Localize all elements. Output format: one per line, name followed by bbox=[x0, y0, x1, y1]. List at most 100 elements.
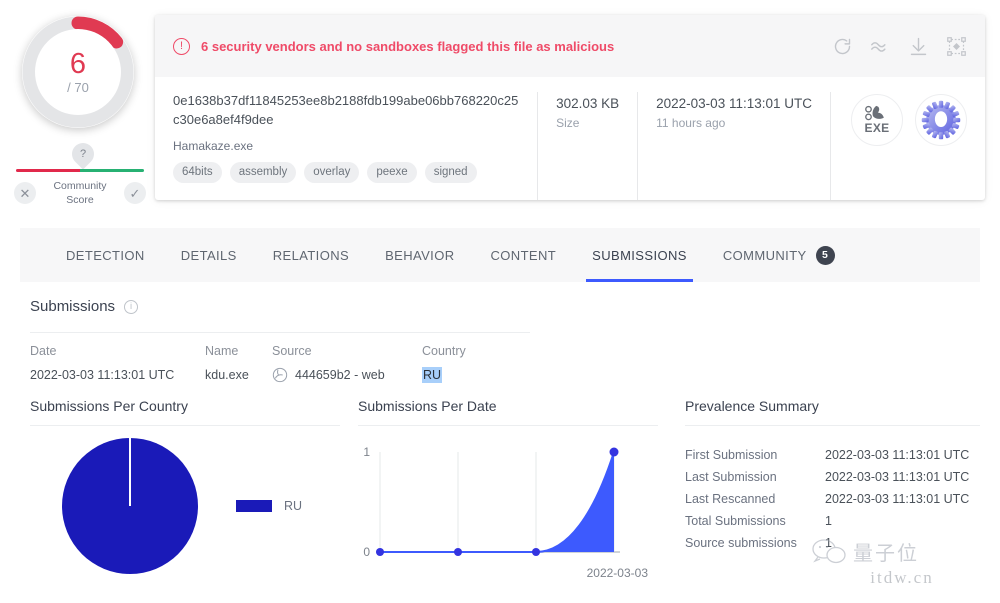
vote-down-icon[interactable]: ✕ bbox=[14, 182, 36, 205]
tab-community[interactable]: COMMUNITY 5 bbox=[705, 228, 853, 282]
download-icon[interactable] bbox=[908, 36, 929, 57]
community-score-positive bbox=[80, 169, 144, 172]
tab-details[interactable]: DETAILS bbox=[163, 228, 255, 282]
prevalence-row: Source submissions 1 bbox=[685, 536, 980, 550]
prevalence-row: Total Submissions 1 bbox=[685, 514, 980, 528]
file-analysis-relative: 11 hours ago bbox=[656, 116, 726, 130]
community-score-pin-label: ? bbox=[79, 148, 87, 160]
tab-detection[interactable]: DETECTION bbox=[48, 228, 163, 282]
prevalence-value: 1 bbox=[825, 536, 832, 550]
file-name: Hamakaze.exe bbox=[173, 138, 254, 153]
column-header-date: Date bbox=[30, 344, 57, 358]
malicious-alert-bar: ! 6 security vendors and no sandboxes fl… bbox=[155, 15, 985, 77]
panel-title: Prevalence Summary bbox=[685, 398, 819, 414]
data-point bbox=[532, 548, 540, 556]
legend-label-ru: RU bbox=[284, 499, 303, 513]
malicious-alert-text: 6 security vendors and no sandboxes flag… bbox=[201, 38, 615, 54]
tab-label: SUBMISSIONS bbox=[592, 247, 687, 263]
gear-icon bbox=[915, 94, 967, 146]
cell-country: RU bbox=[422, 367, 492, 383]
alert-icon-glyph: ! bbox=[179, 39, 184, 52]
data-point bbox=[376, 548, 384, 556]
gear-shape-icon bbox=[921, 100, 961, 140]
file-tags: 64bits assembly overlay peexe signed bbox=[173, 161, 519, 183]
community-score-bar bbox=[16, 169, 144, 172]
tab-label: BEHAVIOR bbox=[385, 247, 455, 263]
prevalence-key: Source submissions bbox=[685, 536, 797, 550]
country-pie-chart: RU bbox=[30, 426, 340, 586]
tab-relations[interactable]: RELATIONS bbox=[255, 228, 367, 282]
vote-up-icon[interactable]: ✓ bbox=[123, 182, 146, 205]
data-point bbox=[454, 548, 462, 556]
reanalyze-icon[interactable] bbox=[832, 36, 853, 57]
file-size-column: 302.03 KB Size bbox=[537, 92, 619, 200]
legend-swatch-ru bbox=[236, 500, 272, 512]
exe-file-icon: EXE bbox=[851, 94, 903, 146]
tab-content[interactable]: CONTENT bbox=[473, 228, 575, 282]
file-tag[interactable]: assembly bbox=[229, 161, 297, 183]
file-info-card: ! 6 security vendors and no sandboxes fl… bbox=[155, 15, 985, 200]
submissions-title: Submissions bbox=[30, 298, 116, 315]
column-header-source: Source bbox=[272, 344, 312, 358]
submissions-per-date-panel: Submissions Per Date 1 0 2022-03-03 bbox=[358, 398, 658, 586]
watermark-url: itdw.cn bbox=[870, 568, 934, 587]
community-score-label-line1: Community bbox=[53, 180, 107, 192]
gauge-center: 6 / 70 bbox=[35, 29, 121, 115]
pie-legend: RU bbox=[236, 499, 302, 513]
prevalence-list: First Submission 2022-03-03 11:13:01 UTC… bbox=[685, 448, 980, 550]
prevalence-value: 1 bbox=[825, 514, 832, 528]
report-tabs: DETECTION DETAILS RELATIONS BEHAVIOR CON… bbox=[20, 228, 980, 282]
column-header-country: Country bbox=[422, 344, 466, 358]
cell-source: 444659b2 - web bbox=[272, 367, 422, 383]
y-tick-top: 1 bbox=[363, 445, 370, 459]
exe-label: EXE bbox=[864, 121, 890, 135]
info-icon[interactable]: i bbox=[124, 299, 139, 314]
similar-icon[interactable] bbox=[870, 36, 891, 57]
panel-title: Submissions Per Date bbox=[358, 398, 497, 414]
file-tag[interactable]: peexe bbox=[367, 161, 417, 183]
prevalence-key: Total Submissions bbox=[685, 514, 786, 528]
submissions-table: Date Name Source Country 2022-03-03 11:1… bbox=[30, 332, 530, 383]
file-tag[interactable]: signed bbox=[424, 161, 477, 183]
community-score-label: Community Score bbox=[53, 179, 106, 207]
panel-title: Submissions Per Country bbox=[30, 398, 188, 414]
file-tag[interactable]: 64bits bbox=[173, 161, 222, 183]
prevalence-row: First Submission 2022-03-03 11:13:01 UTC bbox=[685, 448, 980, 462]
x-axis-tick-label: 2022-03-03 bbox=[586, 566, 648, 580]
file-summary-region: 6 / 70 ? ✕ Community Score ✓ ! 6 securit… bbox=[0, 0, 1000, 215]
prevalence-summary-panel: Prevalence Summary First Submission 2022… bbox=[685, 398, 980, 558]
column-header-name: Name bbox=[205, 344, 239, 358]
cell-name: kdu.exe bbox=[205, 368, 249, 382]
file-size-value: 302.03 KB bbox=[556, 96, 620, 111]
exe-shape-icon bbox=[865, 105, 884, 121]
data-point bbox=[609, 447, 619, 457]
community-score-negative bbox=[16, 169, 80, 172]
detection-total: / 70 bbox=[67, 80, 89, 95]
file-type-badges: EXE bbox=[830, 92, 967, 200]
file-card-body: 0e1638b37df11845253ee8b2188fdb199abe06bb… bbox=[155, 77, 985, 200]
file-hash[interactable]: 0e1638b37df11845253ee8b2188fdb199abe06bb… bbox=[173, 92, 519, 130]
date-area-chart: 1 0 2022-03-03 bbox=[358, 426, 658, 586]
tab-behavior[interactable]: BEHAVIOR bbox=[367, 228, 472, 282]
source-label: 444659b2 - web bbox=[295, 368, 385, 382]
tab-label: CONTENT bbox=[490, 247, 557, 263]
tab-label: COMMUNITY bbox=[722, 247, 807, 263]
tab-label: DETAILS bbox=[180, 247, 237, 263]
prevalence-key: First Submission bbox=[685, 448, 778, 462]
table-row: 2022-03-03 11:13:01 UTC kdu.exe 444659b2… bbox=[30, 358, 530, 383]
country-value: RU bbox=[422, 367, 443, 383]
detection-count: 6 bbox=[69, 48, 87, 80]
detection-gauge[interactable]: 6 / 70 bbox=[22, 16, 134, 128]
file-analysis-date: 2022-03-03 11:13:01 UTC bbox=[656, 96, 812, 111]
y-tick-bottom: 0 bbox=[363, 545, 370, 559]
file-tag[interactable]: overlay bbox=[304, 161, 360, 183]
graph-icon[interactable] bbox=[946, 36, 967, 57]
community-score-pin: ? bbox=[67, 138, 99, 170]
prevalence-key: Last Rescanned bbox=[685, 492, 776, 506]
submissions-header: Submissions i bbox=[30, 298, 139, 315]
pie-slice-ru[interactable] bbox=[62, 438, 198, 574]
date-chart-svg: 1 0 bbox=[363, 445, 620, 559]
table-header-row: Date Name Source Country bbox=[30, 333, 530, 358]
tab-submissions[interactable]: SUBMISSIONS bbox=[574, 228, 705, 282]
source-web-icon bbox=[272, 367, 288, 383]
